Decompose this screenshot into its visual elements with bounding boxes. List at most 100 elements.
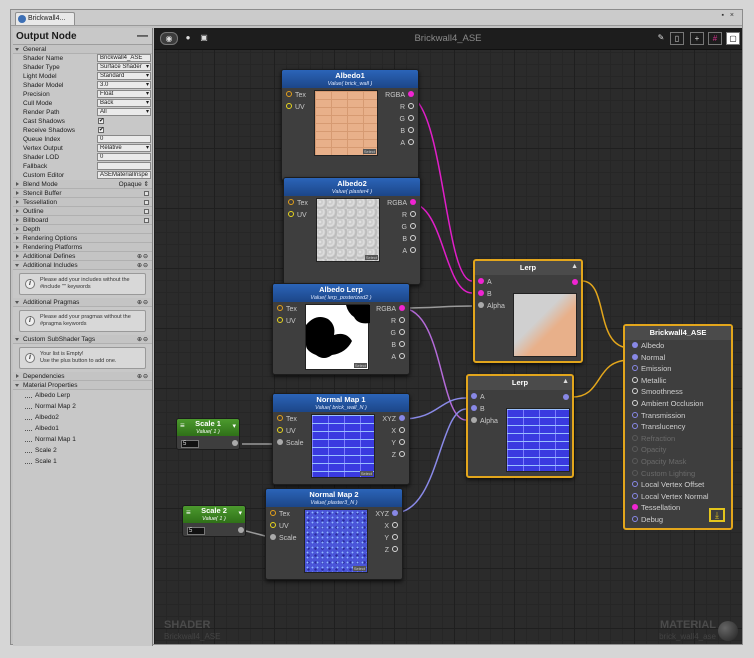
node-lerp-2[interactable]: Lerp ▲ A B Alpha xyxy=(466,374,574,478)
section-dependencies[interactable]: Dependencies ⊕⊖ xyxy=(13,372,152,381)
dropdown-arrow-icon[interactable]: ▾ xyxy=(232,422,236,430)
section-custom-subshader-tags[interactable]: Custom SubShader Tags ⊕⊖ xyxy=(13,335,152,344)
select-button[interactable]: Select xyxy=(353,363,367,368)
material-property-item[interactable]: Albedo2 xyxy=(13,412,152,423)
material-property-item[interactable]: Normal Map 1 xyxy=(13,434,152,445)
section-header[interactable]: Billboard xyxy=(13,216,152,225)
section-checkbox[interactable] xyxy=(144,209,149,214)
port-b[interactable]: B xyxy=(402,235,416,244)
property-field[interactable]: Brickwall4_ASE xyxy=(97,54,151,62)
port-r[interactable]: R xyxy=(400,103,414,112)
port-z[interactable]: Z xyxy=(392,451,405,460)
port-tex[interactable]: Tex xyxy=(288,199,308,208)
section-header[interactable]: Additional Defines ⊕⊖ xyxy=(13,252,152,261)
property-dropdown[interactable]: Back xyxy=(97,99,151,107)
port-g[interactable]: G xyxy=(391,329,405,338)
port-alpha[interactable]: Alpha xyxy=(471,417,498,426)
material-property-item[interactable]: Scale 2 xyxy=(13,445,152,456)
property-dropdown[interactable]: 3.0 xyxy=(97,81,151,89)
menu-icon[interactable]: ≡ xyxy=(180,422,185,430)
section-header[interactable]: Depth xyxy=(13,225,152,234)
node-header[interactable]: Lerp xyxy=(468,376,572,390)
node-header[interactable]: Lerp xyxy=(475,261,581,275)
node-header[interactable]: Albedo Lerp Value( lerp_posterized2 ) xyxy=(273,284,409,302)
port-tex[interactable]: Tex xyxy=(277,305,297,314)
section-header[interactable]: Stencil Buffer xyxy=(13,189,152,198)
property-field[interactable]: ASEMaterialInspe xyxy=(97,171,151,179)
port-a[interactable]: A xyxy=(402,247,416,256)
section-header[interactable]: Rendering Options xyxy=(13,234,152,243)
node-scale-1[interactable]: ≡ Scale 1 Value( 1 ) ▾ 5 xyxy=(176,418,240,450)
port-uv[interactable]: UV xyxy=(286,103,305,112)
port-rgba[interactable]: RGBA xyxy=(385,91,414,100)
port-a[interactable]: A xyxy=(478,278,492,287)
window-controls[interactable]: ▪ × xyxy=(721,12,736,19)
port-rgba[interactable]: RGBA xyxy=(387,199,416,208)
output-port[interactable]: Transmission xyxy=(625,410,731,422)
save-icon[interactable]: ⤓ xyxy=(709,508,725,522)
node-output[interactable]: Brickwall4_ASE Albedo Normal Emission Metal… xyxy=(623,324,733,530)
port-x[interactable]: X xyxy=(391,427,405,436)
maximize-icon[interactable]: ▢ xyxy=(726,32,740,45)
property-dropdown[interactable]: All xyxy=(97,108,151,116)
port-a[interactable]: A xyxy=(471,393,485,402)
property-dropdown[interactable]: Standard xyxy=(97,72,151,80)
output-port[interactable]: Translucency xyxy=(625,421,731,433)
material-property-item[interactable]: Albedo1 xyxy=(13,423,152,434)
port-xyz[interactable]: XYZ xyxy=(375,510,398,519)
port-uv[interactable]: UV xyxy=(270,522,289,531)
menu-icon[interactable]: ≡ xyxy=(186,509,191,517)
port-x[interactable]: X xyxy=(384,522,398,531)
scale-value-input[interactable]: 5 xyxy=(187,527,205,535)
port-g[interactable]: G xyxy=(400,115,414,124)
property-field[interactable] xyxy=(97,162,151,170)
window-tab[interactable]: Brickwall4... xyxy=(15,12,75,25)
node-normal-map-2[interactable]: Normal Map 2 Value( plaster3_N ) Tex UV S… xyxy=(265,488,403,580)
node-header[interactable]: ≡ Scale 1 Value( 1 ) ▾ xyxy=(177,419,239,436)
node-header[interactable]: Normal Map 2 Value( plaster3_N ) xyxy=(266,489,402,507)
port-a[interactable]: A xyxy=(391,353,405,362)
property-dropdown[interactable]: Surface Shader xyxy=(97,63,151,71)
section-general[interactable]: General xyxy=(13,45,152,54)
output-port[interactable]: Local Vertex Offset xyxy=(625,479,731,491)
port-uv[interactable]: UV xyxy=(277,427,296,436)
port-b[interactable]: B xyxy=(471,405,485,414)
select-button[interactable]: Select xyxy=(362,149,376,154)
section-additional-pragmas[interactable]: Additional Pragmas ⊕⊖ xyxy=(13,298,152,307)
add-remove-icons[interactable]: ⊕⊖ xyxy=(137,336,149,345)
port-output[interactable] xyxy=(563,394,569,400)
collapse-arrow-icon[interactable]: ▲ xyxy=(562,378,569,385)
section-additional-includes[interactable]: Additional Includes ⊕⊖ xyxy=(13,261,152,270)
port-tex[interactable]: Tex xyxy=(270,510,290,519)
node-header[interactable]: Albedo1 Value( brick_wall ) xyxy=(282,70,418,88)
output-port[interactable]: Smoothness xyxy=(625,386,731,398)
node-normal-map-1[interactable]: Normal Map 1 Value( brick_wall_N ) Tex UV… xyxy=(272,393,410,485)
port-scale[interactable]: Scale xyxy=(270,534,297,543)
book-icon[interactable]: ▯ xyxy=(670,32,684,45)
output-port[interactable]: Opacity Mask xyxy=(625,456,731,468)
output-node-title[interactable]: Brickwall4_ASE xyxy=(625,326,731,340)
node-header[interactable]: Albedo2 Value( plaster4 ) xyxy=(284,178,420,196)
port-tex[interactable]: Tex xyxy=(277,415,297,424)
port-b[interactable]: B xyxy=(391,341,405,350)
node-canvas[interactable]: ◉ ● ▣ Brickwall4_ASE ✎ ▯ + # ▢ Albedo1 Va… xyxy=(154,28,742,644)
output-port[interactable]: Metallic xyxy=(625,375,731,387)
dropdown-arrow-icon[interactable]: ▾ xyxy=(238,509,242,517)
port-g[interactable]: G xyxy=(402,223,416,232)
output-port[interactable]: Custom Lighting xyxy=(625,468,731,480)
output-port[interactable]: Refraction xyxy=(625,433,731,445)
property-checkbox[interactable]: ✔ xyxy=(98,118,104,124)
texture-preview[interactable]: Select xyxy=(304,509,368,573)
output-port[interactable]: Normal xyxy=(625,352,731,364)
output-port[interactable]: Ambient Occlusion xyxy=(625,398,731,410)
port-b[interactable]: B xyxy=(400,127,414,136)
port-xyz[interactable]: XYZ xyxy=(382,415,405,424)
collapse-arrow-icon[interactable]: ▲ xyxy=(571,263,578,270)
node-lerp-1[interactable]: Lerp ▲ A B Alpha xyxy=(473,259,583,363)
grid-icon[interactable]: # xyxy=(708,32,722,45)
port-tex[interactable]: Tex xyxy=(286,91,306,100)
node-albedo-lerp[interactable]: Albedo Lerp Value( lerp_posterized2 ) Tex… xyxy=(272,283,410,375)
property-dropdown[interactable]: Relative xyxy=(97,144,151,152)
node-albedo2[interactable]: Albedo2 Value( plaster4 ) Tex UV RGBA R G… xyxy=(283,177,421,285)
select-button[interactable]: Select xyxy=(364,255,378,260)
